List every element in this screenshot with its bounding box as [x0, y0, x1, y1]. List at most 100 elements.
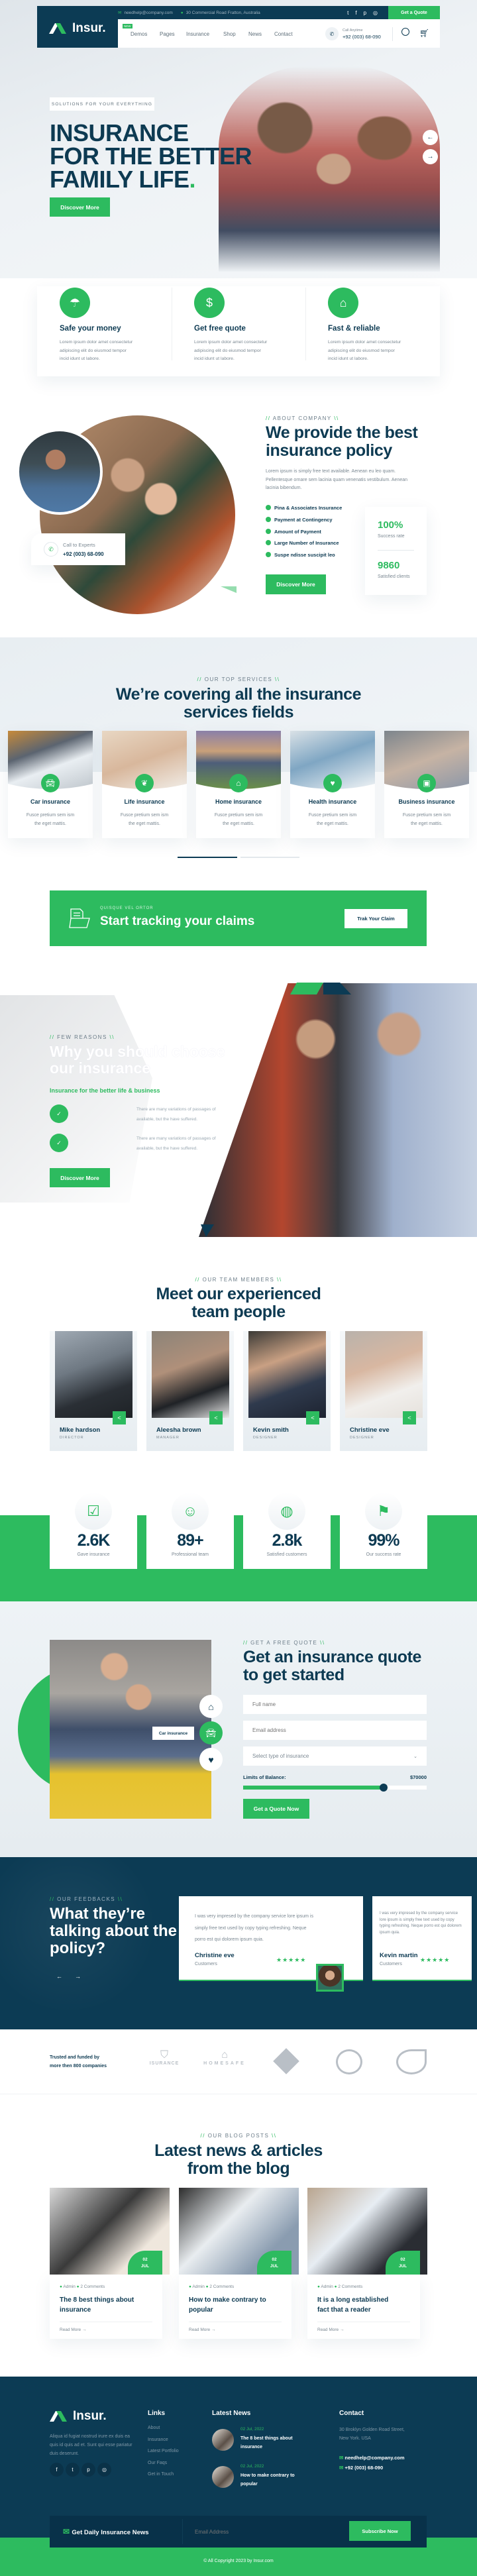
- get-quote-now-button[interactable]: Get a Quote Now: [243, 1799, 309, 1819]
- hero-title: INSURANCE FOR THE BETTER FAMILY LIFE.: [50, 121, 252, 191]
- cart-icon[interactable]: 🛒︎: [419, 28, 429, 38]
- search-icon[interactable]: [401, 28, 409, 36]
- get-quote-button[interactable]: Get a Quote: [388, 6, 440, 19]
- nav-item-contact[interactable]: Contact: [274, 31, 293, 37]
- logo[interactable]: Insur.: [49, 21, 106, 36]
- read-more-link[interactable]: Read More →: [317, 2328, 344, 2332]
- blog-comments[interactable]: 2 Comments: [338, 2284, 362, 2289]
- read-more-link[interactable]: Read More →: [60, 2328, 86, 2332]
- blog-title[interactable]: It is a long established fact that a read…: [317, 2295, 388, 2315]
- newsletter-divider: [182, 2519, 183, 2544]
- home-icon: ⌂: [208, 1701, 214, 1712]
- subscribe-button[interactable]: Subscribe Now: [349, 2521, 411, 2541]
- email-input[interactable]: [243, 1721, 427, 1740]
- top-email[interactable]: needhelp@company.com: [124, 11, 172, 15]
- newsletter-email-input[interactable]: [186, 2523, 344, 2540]
- pinterest-icon[interactable]: p: [364, 10, 366, 16]
- check-circle-icon: ✓: [50, 1104, 68, 1123]
- facebook-icon[interactable]: f: [50, 2463, 64, 2477]
- footer-link[interactable]: Latest Portfolio: [148, 2449, 179, 2453]
- footer-news-thumb[interactable]: [212, 2429, 234, 2451]
- blog-title[interactable]: The 8 best things about insurance: [60, 2295, 134, 2315]
- testimonial-text: I was very impresed by the company servi…: [380, 1911, 464, 1936]
- nav-item-shop[interactable]: Shop: [223, 31, 236, 37]
- slider-thumb[interactable]: [379, 1784, 388, 1792]
- brand-logo-homesafe: ⌂ HOMESAFE: [197, 2049, 252, 2066]
- balance-slider[interactable]: [243, 1784, 427, 1792]
- twitter-icon[interactable]: t: [66, 2463, 80, 2477]
- track-claim-button[interactable]: Trak Your Claim: [344, 909, 407, 928]
- brands-text: Trusted and funded by more then 800 compa…: [50, 2053, 107, 2070]
- share-icon[interactable]: <: [209, 1411, 223, 1424]
- text-line: Fusce pretium sem ism: [402, 813, 451, 818]
- read-more-link[interactable]: Read More →: [189, 2328, 215, 2332]
- text-line: the eget mattis.: [317, 822, 348, 826]
- footer-logo[interactable]: Insur.: [50, 2409, 107, 2424]
- service-title[interactable]: Life insurance: [102, 798, 187, 805]
- insurance-type-select[interactable]: Select type of insurance ⌄: [243, 1746, 427, 1766]
- hero-family-photo: [219, 66, 440, 272]
- text-line: adipiscing elit do eiusmod tempor: [60, 348, 127, 353]
- home-insurance-toggle[interactable]: ⌂: [199, 1695, 223, 1718]
- instagram-icon[interactable]: ◎: [97, 2463, 111, 2477]
- team-role: DESIGNER: [253, 1436, 278, 1440]
- arrow-left-icon: ←: [427, 134, 434, 141]
- hero-discover-button[interactable]: Discover More: [50, 197, 110, 217]
- footer-news-title[interactable]: The 8 best things about insurance: [240, 2435, 293, 2451]
- blog-author[interactable]: Admin: [192, 2284, 204, 2289]
- footer-link[interactable]: Get in Touch: [148, 2472, 174, 2477]
- twitter-icon[interactable]: t: [347, 10, 348, 16]
- testimonials-next-button[interactable]: →: [75, 1973, 81, 1980]
- date-month: JUL: [398, 2264, 407, 2269]
- footer-news-thumb[interactable]: [212, 2466, 234, 2488]
- team-photo: [345, 1331, 423, 1418]
- health-insurance-toggle[interactable]: ♥: [199, 1748, 223, 1771]
- service-title[interactable]: Car insurance: [8, 798, 93, 805]
- testimonials-prev-button[interactable]: ←: [56, 1973, 62, 1980]
- title-line: popular: [240, 2481, 258, 2487]
- footer-link[interactable]: Our Faqs: [148, 2461, 167, 2465]
- instagram-icon[interactable]: ◎: [373, 10, 378, 16]
- hero-prev-button[interactable]: ←: [423, 130, 438, 145]
- services-pager-inactive[interactable]: [240, 857, 299, 858]
- footer-news-title: Latest News: [212, 2410, 251, 2417]
- services-pager-active[interactable]: [178, 857, 237, 858]
- blog-author[interactable]: Admin: [63, 2284, 75, 2289]
- footer-email[interactable]: ✉ needhelp@company.com: [339, 2455, 405, 2461]
- reasons-discover-button[interactable]: Discover More: [50, 1168, 110, 1187]
- hero-title-dot: .: [189, 166, 196, 193]
- about-discover-button[interactable]: Discover More: [266, 574, 326, 594]
- nav-item-pages[interactable]: Pages: [160, 31, 175, 37]
- facebook-icon[interactable]: f: [355, 10, 356, 16]
- footer-phone[interactable]: ✉ +92 (003) 68-090: [339, 2465, 383, 2471]
- blog-comments[interactable]: 2 Comments: [209, 2284, 234, 2289]
- share-icon[interactable]: <: [113, 1411, 126, 1424]
- car-insurance-toggle[interactable]: 🚘︎: [199, 1721, 223, 1744]
- blog-comments[interactable]: 2 Comments: [80, 2284, 105, 2289]
- text-line: Lorem ipsum is simply free text availabl…: [266, 469, 396, 474]
- full-name-input[interactable]: [243, 1695, 427, 1714]
- footer-link[interactable]: About: [148, 2426, 160, 2430]
- share-icon[interactable]: <: [306, 1411, 319, 1424]
- nav-item-demos[interactable]: Demos: [131, 31, 147, 37]
- footer-link[interactable]: Insurance: [148, 2438, 168, 2442]
- service-title[interactable]: Health insurance: [290, 798, 375, 805]
- call-experts-phone[interactable]: +92 (003) 68-090: [63, 551, 104, 557]
- service-title[interactable]: Business insurance: [384, 798, 469, 805]
- share-icon[interactable]: <: [403, 1411, 416, 1424]
- header-phone[interactable]: +92 (003) 68-090: [343, 34, 381, 40]
- title-line: The 8 best things about: [240, 2436, 293, 2441]
- testimonial-role: Customers: [195, 1962, 217, 1966]
- hero-next-button[interactable]: →: [423, 149, 438, 164]
- new-badge: NEW: [123, 24, 132, 28]
- footer-news-title[interactable]: How to make contrary to popular: [240, 2472, 295, 2489]
- nav-item-news[interactable]: News: [248, 31, 262, 37]
- check-circle-icon: [266, 552, 271, 558]
- service-title[interactable]: Home insurance: [196, 798, 281, 805]
- about-text: Lorem ipsum is simply free text availabl…: [266, 468, 407, 493]
- blog-title[interactable]: How to make contrary to popular: [189, 2295, 266, 2315]
- pinterest-icon[interactable]: p: [81, 2463, 95, 2477]
- nav-item-insurance[interactable]: Insurance: [186, 31, 209, 37]
- blog-author[interactable]: Admin: [321, 2284, 333, 2289]
- blog-meta: ● Admin ● 2 Comments: [60, 2284, 105, 2289]
